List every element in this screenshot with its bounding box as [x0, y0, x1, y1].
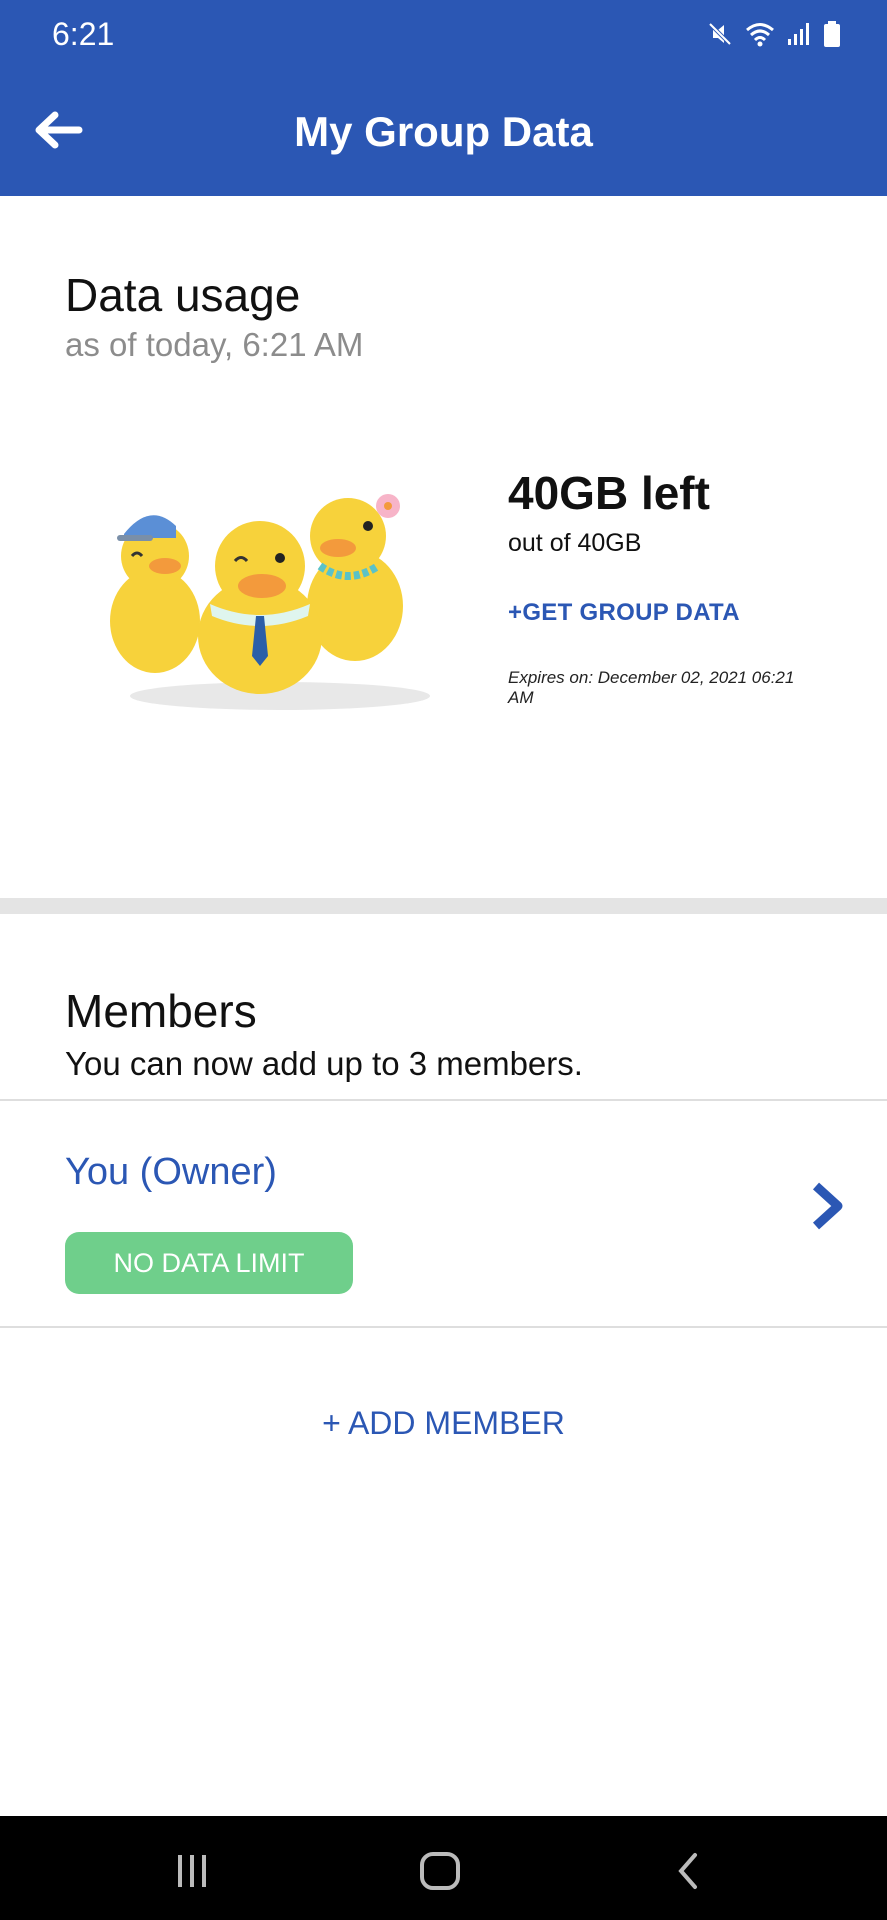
expiry-date: Expires on: December 02, 2021 06:21 AM	[508, 668, 795, 707]
data-usage-section: Data usage as of today, 6:21 AM 40GB lef…	[0, 196, 887, 898]
member-name: You (Owner)	[65, 1151, 277, 1193]
status-bar: 6:21	[0, 0, 887, 70]
divider-line	[0, 1326, 887, 1328]
ducks-illustration	[110, 494, 430, 710]
add-member-button[interactable]: + ADD MEMBER	[0, 1405, 887, 1442]
get-group-data-link[interactable]: +GET GROUP DATA	[508, 599, 740, 627]
page-title: My Group Data	[294, 108, 593, 155]
app-bar: My Group Data	[0, 70, 887, 196]
mute-icon	[708, 22, 732, 46]
status-badge: NO DATA LIMIT	[65, 1232, 353, 1294]
data-remaining: 40GB left	[508, 467, 710, 519]
section-divider	[0, 898, 887, 914]
wifi-icon	[746, 23, 774, 47]
recent-apps-icon[interactable]	[162, 1846, 222, 1896]
data-total: out of 40GB	[508, 529, 642, 557]
system-nav-bar	[0, 1816, 887, 1920]
status-time: 6:21	[52, 16, 115, 52]
status-icons	[707, 20, 841, 48]
back-icon[interactable]	[658, 1846, 718, 1896]
members-subtitle: You can now add up to 3 members.	[65, 1045, 583, 1082]
members-title: Members	[65, 985, 257, 1037]
member-row-owner[interactable]: You (Owner) NO DATA LIMIT	[0, 1101, 887, 1327]
data-usage-timestamp: as of today, 6:21 AM	[65, 326, 364, 363]
duck-center	[198, 521, 322, 694]
duck-left	[110, 515, 200, 673]
home-icon[interactable]	[410, 1846, 470, 1896]
chevron-right-icon[interactable]	[807, 1181, 847, 1231]
signal-icon	[788, 23, 809, 45]
data-usage-title: Data usage	[65, 269, 301, 321]
battery-icon	[824, 21, 840, 47]
